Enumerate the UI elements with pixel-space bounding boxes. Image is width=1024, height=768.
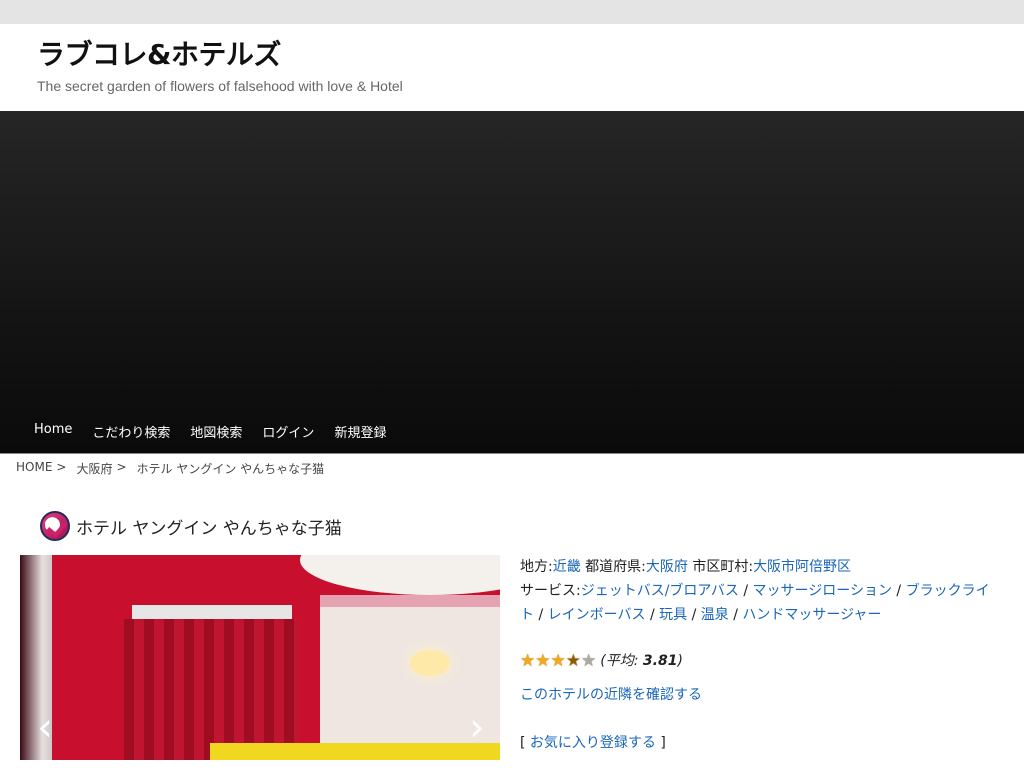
service-separator: / xyxy=(691,607,697,623)
top-bar xyxy=(0,0,1024,24)
region-link[interactable]: 近畿 xyxy=(553,559,581,575)
star-icon[interactable]: ★ xyxy=(566,652,581,670)
service-separator: / xyxy=(896,583,902,599)
bracket: [ xyxy=(520,735,526,751)
photo-curtain xyxy=(124,619,299,760)
add-favorite-link[interactable]: お気に入り登録する xyxy=(530,735,656,751)
hotel-heading: ホテル ヤングイン やんちゃな子猫 xyxy=(40,510,1024,542)
check-logo-icon xyxy=(40,511,70,541)
service-separator: / xyxy=(743,583,749,599)
city-label: 市区町村: xyxy=(692,559,754,575)
nav-login[interactable]: ログイン xyxy=(252,422,324,441)
city-link[interactable]: 大阪市阿倍野区 xyxy=(753,559,851,575)
rating-value: 3.81 xyxy=(642,653,678,669)
page-title: ホテル ヤングイン やんちゃな子猫 xyxy=(76,518,342,539)
nav-advanced-search[interactable]: こだわり検索 xyxy=(82,422,180,441)
service-link[interactable]: ハンドマッサージャー xyxy=(742,607,881,623)
room-photo-slider[interactable]: ‹ › xyxy=(20,555,500,760)
services-line: サービス:ジェットバス/ブロアバス / マッサージローション / ブラックライト… xyxy=(520,579,1000,627)
nav-map-search[interactable]: 地図検索 xyxy=(180,422,252,441)
service-link[interactable]: 玩具 xyxy=(659,607,687,623)
breadcrumb: HOME > 大阪府 > ホテル ヤングイン やんちゃな子猫 xyxy=(0,454,1024,484)
photo-bed xyxy=(210,743,500,760)
photo-lamp xyxy=(410,650,450,676)
rating-average: (平均: 3.81) xyxy=(600,649,683,673)
service-link[interactable]: マッサージローション xyxy=(753,583,892,599)
service-link[interactable]: レインボーバス xyxy=(548,607,646,623)
chevron-left-icon[interactable]: ‹ xyxy=(34,707,56,751)
rating-row: ★ ★ ★ ★ ★ (平均: 3.81) xyxy=(520,649,1000,673)
location-line: 地方:近畿 都道府県:大阪府 市区町村:大阪市阿倍野区 xyxy=(520,555,1000,579)
site-header: ラブコレ&ホテルズ The secret garden of flowers o… xyxy=(0,24,1024,111)
main-nav: Home こだわり検索 地図検索 ログイン 新規登録 xyxy=(24,422,396,441)
service-separator: / xyxy=(649,607,655,623)
nav-home[interactable]: Home xyxy=(24,422,82,441)
breadcrumb-prefecture[interactable]: 大阪府 xyxy=(76,460,112,484)
hotel-content: ‹ › 地方:近畿 都道府県:大阪府 市区町村:大阪市阿倍野区 サービス:ジェッ… xyxy=(0,555,1024,760)
star-icon[interactable]: ★ xyxy=(520,652,535,670)
service-separator: / xyxy=(733,607,738,623)
service-separator: / xyxy=(538,607,544,623)
site-title[interactable]: ラブコレ&ホテルズ xyxy=(37,38,1024,72)
photo-wallpaper-border xyxy=(320,595,500,607)
prefecture-label: 都道府県: xyxy=(585,559,646,575)
nav-register[interactable]: 新規登録 xyxy=(324,422,396,441)
hero-banner: Home こだわり検索 地図検索 ログイン 新規登録 xyxy=(0,111,1024,454)
breadcrumb-separator: > xyxy=(116,460,127,474)
breadcrumb-current: ホテル ヤングイン やんちゃな子猫 xyxy=(136,462,325,476)
star-rating[interactable]: ★ ★ ★ ★ ★ xyxy=(520,652,596,670)
rating-label: 平均: xyxy=(605,653,639,669)
nearby-hotels-link[interactable]: このホテルの近隣を確認する xyxy=(520,687,702,703)
chevron-right-icon[interactable]: › xyxy=(466,707,488,751)
region-label: 地方: xyxy=(520,559,553,575)
breadcrumb-home[interactable]: HOME xyxy=(16,460,52,484)
favorite-row: [ お気に入り登録する ] xyxy=(520,731,1000,755)
hotel-info: 地方:近畿 都道府県:大阪府 市区町村:大阪市阿倍野区 サービス:ジェットバス/… xyxy=(520,555,1000,760)
star-icon[interactable]: ★ xyxy=(535,652,550,670)
star-icon[interactable]: ★ xyxy=(581,652,596,670)
service-link[interactable]: 温泉 xyxy=(701,607,729,623)
site-tagline: The secret garden of flowers of falsehoo… xyxy=(37,78,403,94)
star-icon[interactable]: ★ xyxy=(551,652,566,670)
nearby-row: このホテルの近隣を確認する xyxy=(520,683,1000,707)
rating-paren: ) xyxy=(677,653,683,669)
photo-valance xyxy=(132,605,292,619)
prefecture-link[interactable]: 大阪府 xyxy=(646,559,688,575)
breadcrumb-separator: > xyxy=(56,460,67,474)
service-link[interactable]: ジェットバス/ブロアバス xyxy=(581,583,739,599)
bracket: ] xyxy=(660,735,666,751)
photo-ceiling xyxy=(300,555,500,595)
services-label: サービス: xyxy=(520,583,581,599)
